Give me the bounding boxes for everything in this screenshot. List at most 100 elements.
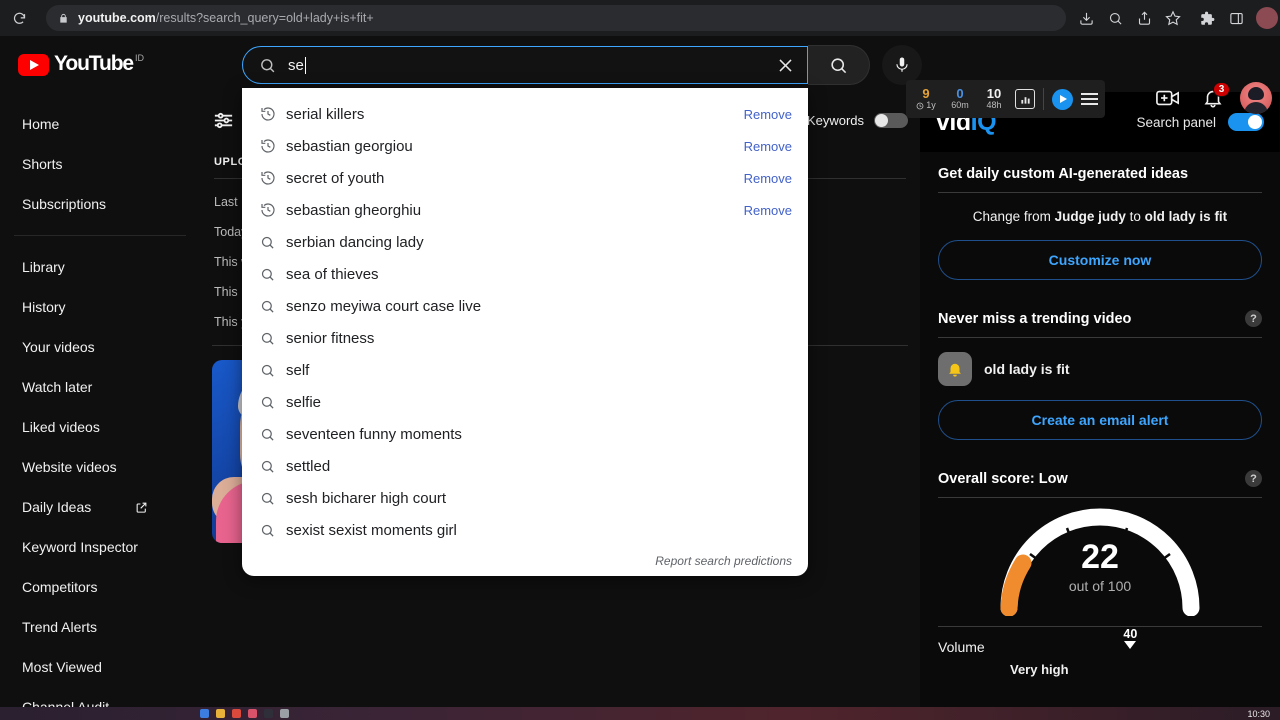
side-panel-icon[interactable] bbox=[1223, 5, 1249, 31]
search-icon bbox=[260, 331, 286, 346]
taskbar-app-icon[interactable] bbox=[216, 709, 225, 718]
suggestion-item[interactable]: selfie bbox=[242, 386, 808, 418]
search-button[interactable] bbox=[808, 45, 870, 85]
search-icon bbox=[260, 235, 286, 250]
sidebar-item-subscriptions[interactable]: Subscriptions bbox=[0, 184, 200, 224]
suggestion-remove-button[interactable]: Remove bbox=[744, 139, 792, 154]
taskbar-app-icon[interactable] bbox=[280, 709, 289, 718]
bar-chart-icon[interactable] bbox=[1015, 89, 1035, 109]
sidebar-item-history[interactable]: History bbox=[0, 287, 200, 327]
sidebar-item-competitors[interactable]: Competitors bbox=[0, 567, 200, 607]
metric-1y-value: 9 bbox=[922, 86, 930, 101]
suggestion-item[interactable]: self bbox=[242, 354, 808, 386]
bookmark-star-icon[interactable] bbox=[1160, 5, 1186, 31]
suggestion-text: secret of youth bbox=[286, 169, 385, 187]
taskbar-icons bbox=[200, 709, 289, 718]
download-icon[interactable] bbox=[1073, 5, 1099, 31]
sidebar-item-most-viewed[interactable]: Most Viewed bbox=[0, 647, 200, 687]
header-actions: 3 bbox=[1150, 80, 1272, 116]
lock-icon bbox=[58, 13, 69, 24]
suggestion-item[interactable]: senzo meyiwa court case live bbox=[242, 290, 808, 322]
search-input[interactable]: se bbox=[242, 46, 808, 84]
suggestion-remove-button[interactable]: Remove bbox=[744, 171, 792, 186]
create-email-alert-button[interactable]: Create an email alert bbox=[938, 400, 1262, 440]
reload-icon[interactable] bbox=[6, 5, 32, 31]
taskbar-app-icon[interactable] bbox=[264, 709, 273, 718]
history-icon bbox=[260, 138, 286, 154]
suggestion-text: selfie bbox=[286, 393, 322, 411]
zoom-icon[interactable] bbox=[1102, 5, 1128, 31]
ideas-prefix: Change from bbox=[972, 209, 1051, 224]
taskbar-app-icon[interactable] bbox=[232, 709, 241, 718]
help-icon[interactable]: ? bbox=[1245, 310, 1262, 327]
vidiq-metrics-bar[interactable]: 9 1y 0 60m 10 48h bbox=[906, 80, 1105, 118]
alert-keyword-row: old lady is fit bbox=[938, 352, 1262, 386]
sidebar-item-watch-later[interactable]: Watch later bbox=[0, 367, 200, 407]
trending-alert-title: Never miss a trending video ? bbox=[938, 310, 1262, 327]
suggestion-item[interactable]: sea of thieves bbox=[242, 258, 808, 290]
score-value: 22 bbox=[1081, 538, 1119, 576]
suggestion-item[interactable]: seventeen funny moments bbox=[242, 418, 808, 450]
vidiq-menu-icon[interactable] bbox=[1081, 93, 1098, 105]
suggestion-item[interactable]: serbian dancing lady bbox=[242, 226, 808, 258]
clear-search-button[interactable] bbox=[776, 56, 795, 75]
sidebar-item-liked-videos[interactable]: Liked videos bbox=[0, 407, 200, 447]
suggestion-item[interactable]: sexist sexist moments girl bbox=[242, 514, 808, 546]
share-icon[interactable] bbox=[1131, 5, 1157, 31]
divider bbox=[938, 497, 1262, 498]
metric-60m: 0 60m bbox=[947, 87, 973, 111]
vidiq-panel: vidIQ Search panel Get daily custom AI-g… bbox=[920, 92, 1280, 720]
taskbar-app-icon[interactable] bbox=[248, 709, 257, 718]
search-suggestions-dropdown: serial killers Remove sebastian georgiou… bbox=[242, 88, 808, 576]
trending-alert-card: Never miss a trending video ? old lady i… bbox=[920, 296, 1280, 456]
browser-profile-avatar[interactable] bbox=[1256, 7, 1278, 29]
os-taskbar: 10:30 bbox=[0, 707, 1280, 720]
suggestion-item[interactable]: secret of youth Remove bbox=[242, 162, 808, 194]
keywords-toggle[interactable] bbox=[874, 112, 908, 128]
sidebar-item-shorts[interactable]: Shorts bbox=[0, 144, 200, 184]
notifications-button[interactable]: 3 bbox=[1195, 80, 1231, 116]
suggestion-item[interactable]: settled bbox=[242, 450, 808, 482]
sidebar-item-label: Most Viewed bbox=[22, 659, 102, 675]
suggestion-text: senior fitness bbox=[286, 329, 375, 347]
voice-search-button[interactable] bbox=[882, 45, 922, 85]
youtube-logo[interactable]: YouTube ID bbox=[18, 52, 144, 76]
suggestion-remove-button[interactable]: Remove bbox=[744, 203, 792, 218]
sidebar-item-label: Library bbox=[22, 259, 65, 275]
keywords-toggle-label: Keywords bbox=[806, 112, 864, 128]
suggestion-item[interactable]: senior fitness bbox=[242, 322, 808, 354]
suggestion-item[interactable]: sesh bicharer high court bbox=[242, 482, 808, 514]
search-icon bbox=[260, 363, 286, 378]
sidebar-item-home[interactable]: Home bbox=[0, 104, 200, 144]
customize-now-button[interactable]: Customize now bbox=[938, 240, 1262, 280]
sidebar-item-label: Shorts bbox=[22, 156, 63, 172]
overall-score-card: Overall score: Low ? 22 out of 100 Volum… bbox=[920, 456, 1280, 693]
search-icon bbox=[260, 523, 286, 538]
metric-1y-label: 1y bbox=[913, 100, 939, 111]
suggestion-item[interactable]: sebastian gheorghiu Remove bbox=[242, 194, 808, 226]
create-video-icon[interactable] bbox=[1150, 80, 1186, 116]
sidebar-item-label: Daily Ideas bbox=[22, 499, 92, 515]
vidiq-play-icon[interactable] bbox=[1052, 88, 1073, 110]
sidebar-item-your-videos[interactable]: Your videos bbox=[0, 327, 200, 367]
screen: youtube.com/results?search_query=old+lad… bbox=[0, 0, 1280, 720]
sidebar-item-daily-ideas[interactable]: Daily Ideas bbox=[0, 487, 200, 527]
taskbar-app-icon[interactable] bbox=[200, 709, 209, 718]
suggestion-item[interactable]: serial killers Remove bbox=[242, 98, 808, 130]
keywords-toggle-group[interactable]: Keywords bbox=[806, 112, 908, 128]
sidebar-item-keyword-inspector[interactable]: Keyword Inspector bbox=[0, 527, 200, 567]
search-area: se bbox=[242, 45, 922, 85]
suggestion-item[interactable]: sebastian georgiou Remove bbox=[242, 130, 808, 162]
extensions-puzzle-icon[interactable] bbox=[1194, 5, 1220, 31]
filters-icon[interactable] bbox=[212, 109, 235, 132]
youtube-play-icon bbox=[18, 54, 49, 76]
ideas-mid: to bbox=[1129, 209, 1141, 224]
help-icon[interactable]: ? bbox=[1245, 470, 1262, 487]
sidebar-item-trend-alerts[interactable]: Trend Alerts bbox=[0, 607, 200, 647]
sidebar-item-library[interactable]: Library bbox=[0, 247, 200, 287]
account-avatar[interactable] bbox=[1240, 82, 1272, 114]
report-search-predictions-link[interactable]: Report search predictions bbox=[242, 546, 808, 570]
sidebar-item-website-videos[interactable]: Website videos bbox=[0, 447, 200, 487]
suggestion-remove-button[interactable]: Remove bbox=[744, 107, 792, 122]
address-bar[interactable]: youtube.com/results?search_query=old+lad… bbox=[46, 5, 1066, 31]
